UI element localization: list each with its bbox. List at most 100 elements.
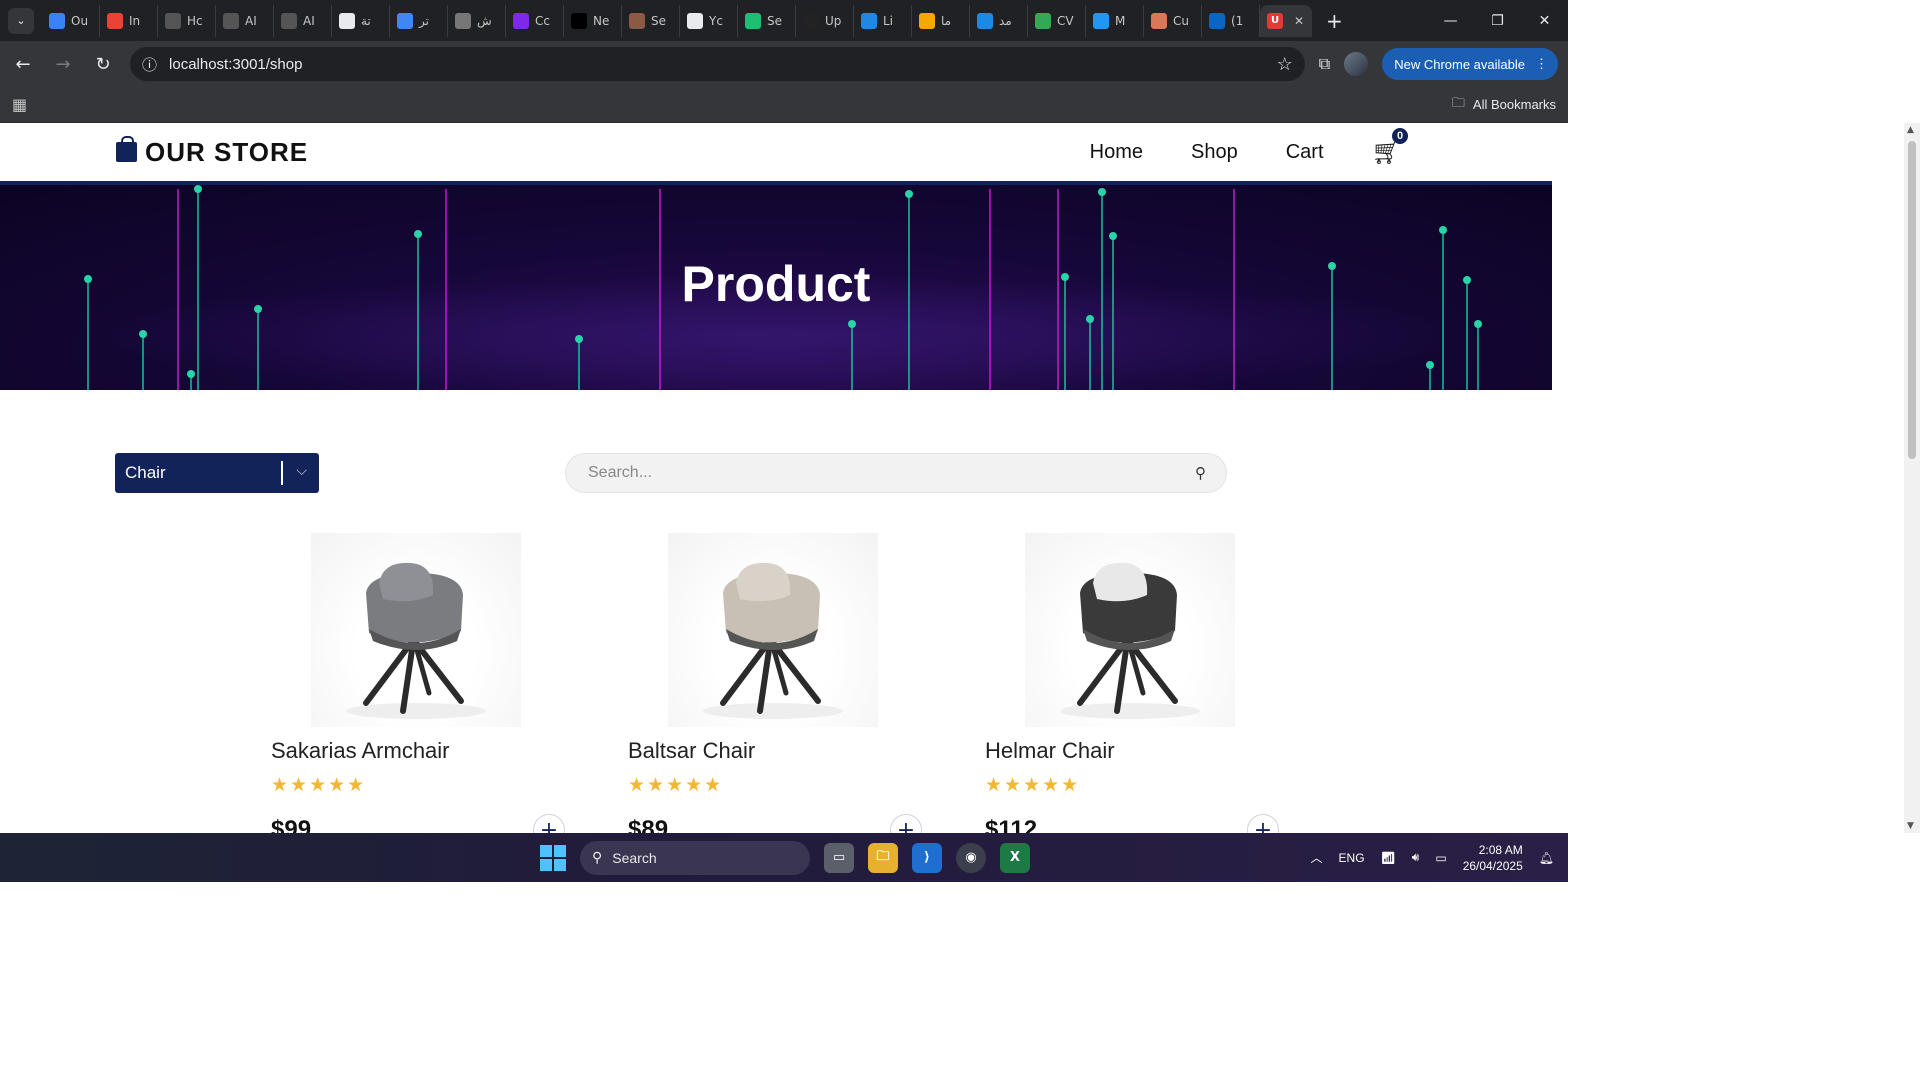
tab-label: ش bbox=[477, 13, 492, 28]
tab-search-button[interactable]: ⌄ bbox=[8, 7, 34, 34]
video-icon bbox=[861, 12, 877, 29]
back-icon[interactable]: ← bbox=[10, 54, 36, 75]
cart-button[interactable]: 🛒︎ 0 bbox=[1372, 127, 1408, 167]
scrollbar-thumb[interactable] bbox=[1908, 141, 1916, 459]
add-to-cart-button[interactable]: + bbox=[890, 814, 922, 833]
volume-icon[interactable]: 🔊︎ bbox=[1412, 850, 1420, 865]
store-logo[interactable]: OUR STORE bbox=[116, 136, 308, 168]
tab[interactable]: Ou bbox=[42, 4, 100, 37]
tab[interactable]: ما bbox=[912, 4, 970, 37]
apps-grid-icon[interactable]: ▦ bbox=[12, 95, 27, 114]
more-menu-icon[interactable]: ⋮ bbox=[1535, 56, 1548, 72]
wifi-icon[interactable]: 📶︎ bbox=[1381, 851, 1396, 865]
extensions-icon[interactable]: ⧉ bbox=[1319, 54, 1330, 74]
forward-icon[interactable]: → bbox=[50, 54, 76, 75]
page-scrollbar[interactable]: ▲ ▼ bbox=[1904, 123, 1920, 833]
tab[interactable]: (1 bbox=[1202, 4, 1260, 37]
tab-label: Hc bbox=[187, 13, 203, 28]
tab[interactable]: Up bbox=[796, 4, 854, 37]
tab[interactable]: Hc bbox=[158, 4, 216, 37]
profile-avatar[interactable] bbox=[1344, 52, 1369, 76]
tab[interactable]: Cc bbox=[506, 4, 564, 37]
taskbar-search[interactable]: ⚲ Search bbox=[580, 840, 810, 875]
tray-chevron-icon[interactable]: ︿ bbox=[1311, 849, 1323, 866]
tab[interactable]: Se bbox=[738, 4, 796, 37]
close-tab-icon[interactable]: ✕ bbox=[1294, 14, 1304, 28]
scroll-down-icon[interactable]: ▼ bbox=[1907, 821, 1914, 831]
tab[interactable]: تر bbox=[390, 4, 448, 37]
main-nav: Home Shop Cart 🛒︎ 0 bbox=[1090, 127, 1408, 167]
clock[interactable]: 2:08 AM 26/04/2025 bbox=[1463, 842, 1523, 874]
search-icon[interactable]: ⚲ bbox=[1195, 464, 1206, 482]
hero-light-dot bbox=[1109, 232, 1117, 240]
tab[interactable]: Cu bbox=[1144, 4, 1202, 37]
taskbar-search-icon: ⚲ bbox=[592, 849, 603, 865]
product-name[interactable]: Sakarias Armchair bbox=[271, 738, 450, 764]
vscode-icon[interactable]: ⟩ bbox=[912, 842, 942, 873]
scroll-up-icon[interactable]: ▲ bbox=[1907, 125, 1914, 135]
tab[interactable]: ش bbox=[448, 4, 506, 37]
product-name[interactable]: Baltsar Chair bbox=[628, 738, 755, 764]
language-indicator[interactable]: ENG bbox=[1339, 851, 1365, 865]
tab-list: Ou In Hc AI AI تة تر ش Cc Ne Se Yc Se Up Li ما مد CV M Cu (1 bbox=[42, 4, 1260, 37]
bookmarks-bar: ▦ 🗀 All Bookmarks bbox=[0, 87, 1568, 123]
new-tab-button[interactable]: + bbox=[1326, 9, 1343, 33]
minimize-icon[interactable]: — bbox=[1427, 0, 1474, 41]
web-page: OUR STORE Home Shop Cart 🛒︎ 0 Product Ch… bbox=[0, 123, 1552, 833]
nav-home[interactable]: Home bbox=[1090, 141, 1143, 164]
search-input[interactable] bbox=[588, 464, 1195, 482]
tab[interactable]: AI bbox=[216, 4, 274, 37]
nav-shop[interactable]: Shop bbox=[1191, 141, 1238, 164]
system-tray: ︿ ENG 📶︎ 🔊︎ ▭ 2:08 AM 26/04/2025 🔔︎ bbox=[1311, 833, 1554, 882]
battery-icon[interactable]: ▭ bbox=[1435, 851, 1446, 865]
hero-light-dot bbox=[194, 185, 202, 193]
reload-icon[interactable]: ↻ bbox=[90, 54, 116, 75]
tab[interactable]: Se bbox=[622, 4, 680, 37]
address-text[interactable]: localhost:3001/shop bbox=[169, 56, 302, 73]
taskbar: ⚲ Search ▭ 🗀 ⟩ ◉ X ︿ ENG 📶︎ 🔊︎ ▭ 2:08 AM… bbox=[0, 833, 1568, 882]
nav-cart[interactable]: Cart bbox=[1286, 141, 1324, 164]
hero-light-dot bbox=[139, 330, 147, 338]
site-info-icon[interactable]: ⓘ bbox=[142, 54, 157, 75]
address-bar[interactable]: ⓘ localhost:3001/shop ☆ bbox=[130, 47, 1305, 81]
product-name[interactable]: Helmar Chair bbox=[985, 738, 1115, 764]
tab[interactable]: CV bbox=[1028, 4, 1086, 37]
tab[interactable]: M bbox=[1086, 4, 1144, 37]
all-bookmarks-button[interactable]: 🗀 All Bookmarks bbox=[1452, 94, 1556, 116]
category-select[interactable]: Chair ⌵ bbox=[115, 453, 319, 493]
rating-stars-icon: ★★★★★ bbox=[985, 774, 1081, 796]
product-image[interactable] bbox=[311, 533, 521, 727]
close-window-icon[interactable]: ✕ bbox=[1521, 0, 1568, 41]
ai-icon bbox=[223, 12, 239, 29]
tab[interactable]: Li bbox=[854, 4, 912, 37]
windows-start-icon[interactable] bbox=[540, 844, 566, 871]
hero-light-dot bbox=[1086, 315, 1094, 323]
canva-icon bbox=[513, 12, 529, 29]
product-image[interactable] bbox=[668, 533, 878, 727]
restore-icon[interactable]: ❐ bbox=[1474, 0, 1521, 41]
tab-active[interactable]: U ✕ bbox=[1260, 4, 1312, 37]
excel-icon[interactable]: X bbox=[1000, 842, 1030, 873]
chrome-icon[interactable]: ◉ bbox=[956, 842, 986, 873]
file-explorer-icon[interactable]: 🗀 bbox=[868, 842, 898, 873]
tab[interactable]: AI bbox=[274, 4, 332, 37]
update-chrome-button[interactable]: New Chrome available ⋮ bbox=[1382, 48, 1558, 80]
notification-bell-icon[interactable]: 🔔︎ bbox=[1539, 851, 1554, 865]
add-to-cart-button[interactable]: + bbox=[533, 814, 565, 833]
task-view-icon[interactable]: ▭ bbox=[824, 842, 854, 873]
browser-toolbar: ← → ↻ ⓘ localhost:3001/shop ☆ ⧉ New Chro… bbox=[0, 41, 1568, 87]
product-image[interactable] bbox=[1025, 533, 1235, 727]
tab-label: (1 bbox=[1231, 13, 1244, 28]
tab[interactable]: In bbox=[100, 4, 158, 37]
tab[interactable]: مد bbox=[970, 4, 1028, 37]
hero-light-dot bbox=[1474, 320, 1482, 328]
update-chrome-label: New Chrome available bbox=[1394, 56, 1525, 72]
tab[interactable]: Ne bbox=[564, 4, 622, 37]
github-icon bbox=[687, 12, 703, 29]
tab[interactable]: تة bbox=[332, 4, 390, 37]
bookmark-star-icon[interactable]: ☆ bbox=[1277, 54, 1293, 75]
add-to-cart-button[interactable]: + bbox=[1247, 814, 1279, 833]
chevron-down-icon[interactable]: ⌵ bbox=[296, 462, 307, 479]
tab[interactable]: Yc bbox=[680, 4, 738, 37]
tab-label: M bbox=[1115, 13, 1126, 28]
